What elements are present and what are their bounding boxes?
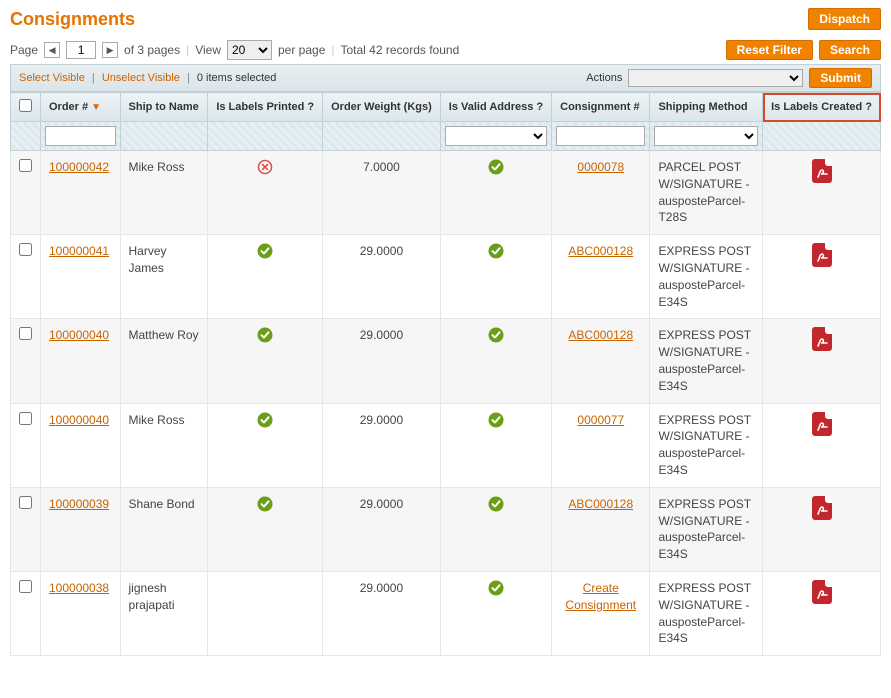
filter-shipping-method[interactable] [654,126,758,146]
order-link[interactable]: 100000042 [49,160,109,174]
ship-to-cell: Mike Ross [120,403,208,487]
col-consignment-no[interactable]: Consignment # [552,93,650,122]
row-checkbox[interactable] [19,580,32,593]
row-checkbox[interactable] [19,159,32,172]
sort-desc-icon: ▼ [91,102,101,113]
filter-valid-address[interactable] [445,126,547,146]
select-all-checkbox[interactable] [19,99,32,112]
check-icon [488,496,504,512]
ship-to-cell: Harvey James [120,235,208,319]
ship-to-cell: jignesh prajapati [120,571,208,655]
weight-cell: 29.0000 [323,571,441,655]
horizontal-scrollbar[interactable] [10,662,881,678]
col-labels-created[interactable]: Is Labels Created ? [763,93,881,122]
order-link[interactable]: 100000040 [49,328,109,342]
page-count-label: of 3 pages [124,43,180,57]
table-row: 100000040 Mike Ross 29.0000 0000077 EXPRESS … [11,403,881,487]
table-row: 100000040 Matthew Roy 29.0000 ABC000128 EXPR… [11,319,881,403]
table-row: 100000039 Shane Bond 29.0000 ABC000128 EXPRE… [11,487,881,571]
weight-cell: 29.0000 [323,487,441,571]
shipping-method-cell: EXPRESS POST W/SIGNATURE - ausposteParce… [650,235,763,319]
row-checkbox[interactable] [19,327,32,340]
page-title: Consignments [10,9,135,30]
actions-label: Actions [586,72,622,84]
create-consignment-link[interactable]: Create Consignment [565,581,636,612]
order-link[interactable]: 100000038 [49,581,109,595]
pdf-icon[interactable] [812,327,832,351]
check-icon [488,412,504,428]
weight-cell: 29.0000 [323,403,441,487]
selected-count-label: 0 items selected [197,72,276,84]
shipping-method-cell: PARCEL POST W/SIGNATURE - ausposteParcel… [650,151,763,235]
shipping-method-cell: EXPRESS POST W/SIGNATURE - ausposteParce… [650,319,763,403]
pdf-icon[interactable] [812,496,832,520]
weight-cell: 29.0000 [323,235,441,319]
row-checkbox[interactable] [19,243,32,256]
consignment-link[interactable]: ABC000128 [568,328,633,342]
col-order-no[interactable]: Order #▼ [41,93,121,122]
shipping-method-cell: EXPRESS POST W/SIGNATURE - ausposteParce… [650,487,763,571]
pdf-icon[interactable] [812,159,832,183]
pdf-icon[interactable] [812,580,832,604]
ship-to-cell: Shane Bond [120,487,208,571]
page-label: Page [10,43,38,57]
per-page-select[interactable]: 20 [227,40,272,60]
records-total-label: Total 42 records found [341,43,460,57]
ship-to-cell: Matthew Roy [120,319,208,403]
dispatch-button[interactable]: Dispatch [808,8,881,30]
current-page-input[interactable] [66,41,96,59]
check-icon [257,496,273,512]
check-icon [257,243,273,259]
consignment-link[interactable]: 0000077 [577,413,624,427]
table-row: 100000041 Harvey James 29.0000 ABC000128 EXP… [11,235,881,319]
col-shipping-method[interactable]: Shipping Method [650,93,763,122]
prev-page-button[interactable]: ◀ [44,42,60,58]
filter-consignment-no[interactable] [556,126,645,146]
row-checkbox[interactable] [19,496,32,509]
submit-button[interactable]: Submit [809,68,872,88]
select-visible-link[interactable]: Select Visible [19,72,85,84]
consignment-link[interactable]: 0000078 [577,160,624,174]
col-ship-to[interactable]: Ship to Name [120,93,208,122]
check-icon [488,327,504,343]
filter-order-no[interactable] [45,126,116,146]
order-link[interactable]: 100000039 [49,497,109,511]
consignment-link[interactable]: ABC000128 [568,244,633,258]
actions-select[interactable] [628,69,803,87]
check-icon [257,327,273,343]
per-page-suffix: per page [278,43,325,57]
ship-to-cell: Mike Ross [120,151,208,235]
check-icon [257,412,273,428]
weight-cell: 29.0000 [323,319,441,403]
order-link[interactable]: 100000040 [49,413,109,427]
shipping-method-cell: EXPRESS POST W/SIGNATURE - ausposteParce… [650,403,763,487]
unselect-visible-link[interactable]: Unselect Visible [102,72,180,84]
check-icon [488,580,504,596]
search-button[interactable]: Search [819,40,881,60]
consignment-link[interactable]: ABC000128 [568,497,633,511]
shipping-method-cell: EXPRESS POST W/SIGNATURE - ausposteParce… [650,571,763,655]
consignments-table: Order #▼ Ship to Name Is Labels Printed … [10,92,881,656]
row-checkbox[interactable] [19,412,32,425]
check-icon [488,243,504,259]
weight-cell: 7.0000 [323,151,441,235]
next-page-button[interactable]: ▶ [102,42,118,58]
col-valid-address[interactable]: Is Valid Address ? [440,93,551,122]
reset-filter-button[interactable]: Reset Filter [726,40,813,60]
cross-icon [257,159,273,175]
table-row: 100000042 Mike Ross 7.0000 0000078 PARCEL PO… [11,151,881,235]
col-labels-printed[interactable]: Is Labels Printed ? [208,93,323,122]
order-link[interactable]: 100000041 [49,244,109,258]
check-icon [488,159,504,175]
view-label: View [195,43,221,57]
pdf-icon[interactable] [812,412,832,436]
table-row: 100000038 jignesh prajapati 29.0000 Create … [11,571,881,655]
col-order-weight[interactable]: Order Weight (Kgs) [323,93,441,122]
pdf-icon[interactable] [812,243,832,267]
